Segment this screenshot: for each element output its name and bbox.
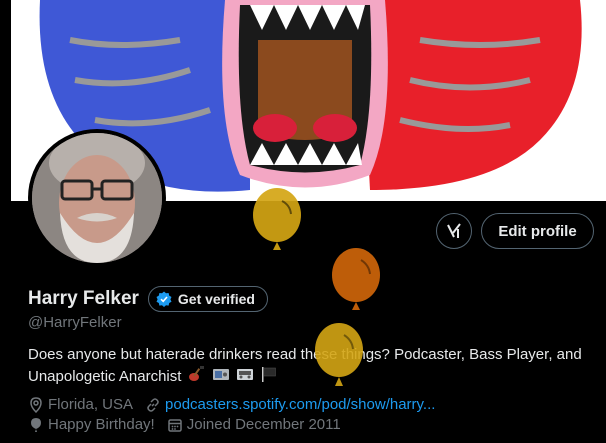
join-date-text: Joined December 2011 [186,416,341,433]
black-flag-emoji-icon [260,365,278,389]
birthday-balloon-1 [253,188,301,250]
birthday-text: Happy Birthday! [48,416,155,433]
balloon-icon [31,417,41,432]
display-name: Harry Felker [28,288,139,309]
edit-profile-button[interactable]: Edit profile [481,213,594,249]
birthday-balloon-2 [332,248,380,310]
get-verified-label: Get verified [177,291,255,307]
grok-button[interactable] [436,213,472,249]
verified-badge-icon [156,291,172,307]
avatar[interactable] [28,129,166,267]
calendar-icon [167,418,182,432]
birthday-balloon-3 [315,323,363,386]
location: Florida, USA [28,396,133,413]
bio-text: Does anyone but haterade drinkers read t… [28,346,582,385]
get-verified-button[interactable]: Get verified [147,286,268,312]
grok-icon [447,223,461,238]
name-row: Harry Felker Get verified [28,286,268,312]
location-text: Florida, USA [48,396,134,413]
birthday: Happy Birthday! [28,416,155,433]
cassette-emoji-icon [236,365,254,389]
avatar-photo [32,133,162,263]
profile-meta-row-2: Happy Birthday! Joined December 2011 [28,416,353,433]
website[interactable]: podcasters.spotify.com/pod/show/harry... [145,396,435,413]
guitar-emoji-icon [188,365,206,389]
join-date: Joined December 2011 [167,416,341,433]
website-link[interactable]: podcasters.spotify.com/pod/show/harry... [165,396,435,413]
location-pin-icon [30,396,42,413]
left-edge [0,0,11,443]
link-icon [147,397,159,412]
profile-meta-row-1: Florida, USA podcasters.spotify.com/pod/… [28,396,447,413]
radio-emoji-icon [212,365,230,389]
username-handle: @HarryFelker [28,314,122,331]
